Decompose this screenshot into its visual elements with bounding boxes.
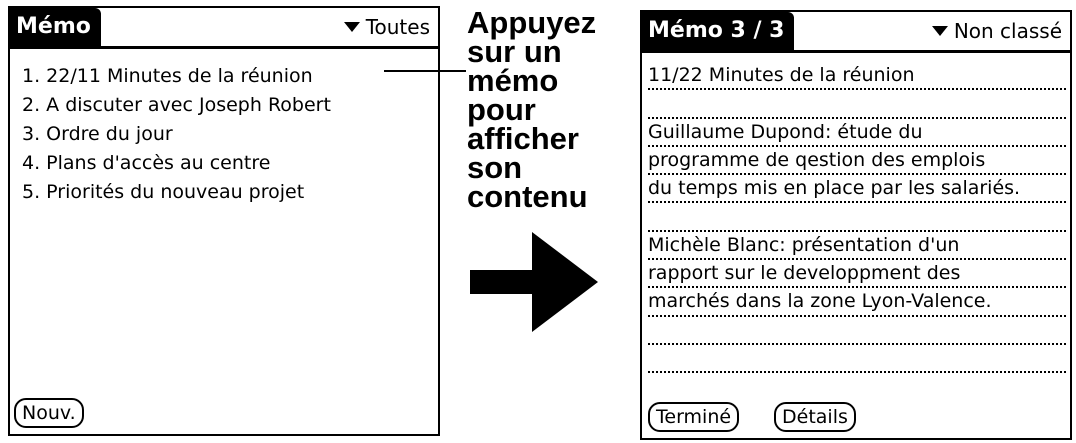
category-picker[interactable]: Toutes [343,14,430,40]
memo-line: programme de qestion des emplois [648,147,1066,176]
callout-connector-line [384,70,466,72]
list-item[interactable]: 2. A discuter avec Joseph Robert [22,91,432,120]
memo-title: Mémo 3 / 3 [642,12,795,50]
list-item[interactable]: 4. Plans d'accès au centre [22,149,432,178]
title-underline [10,46,438,49]
memo-line: rapport sur le developpment des [648,260,1066,289]
memo-line [648,345,1066,374]
triangle-down-icon [931,25,948,36]
category-label: Non classé [953,19,1062,43]
list-item[interactable]: 3. Ordre du jour [22,120,432,149]
right-arrow-icon [470,232,598,332]
memo-line: marchés dans la zone Lyon-Valence. [648,288,1066,317]
memo-text-area[interactable]: 11/22 Minutes de la réunion Guillaume Du… [648,62,1066,374]
memo-line [648,203,1066,232]
memo-line: 11/22 Minutes de la réunion [648,62,1066,91]
memo-line: du temps mis en place par les salariés. [648,175,1066,204]
memo-line: Michèle Blanc: présentation d'un [648,232,1066,261]
new-memo-button[interactable]: Nouv. [14,398,84,428]
instruction-callout: Appuyez sur un mémo pour afficher son co… [467,5,597,214]
category-picker[interactable]: Non classé [931,18,1062,44]
memo-line [648,90,1066,119]
memo-list-screen: Mémo Toutes 1. 22/11 Minutes de la réuni… [8,6,440,436]
app-title: Mémo [10,8,101,46]
memo-line [648,317,1066,345]
memo-line: Guillaume Dupond: étude du [648,119,1066,147]
list-item[interactable]: 1. 22/11 Minutes de la réunion [22,62,432,91]
list-item[interactable]: 5. Priorités du nouveau projet [22,178,432,207]
memo-detail-screen: Mémo 3 / 3 Non classé 11/22 Minutes de l… [640,10,1072,440]
category-label: Toutes [365,15,430,39]
details-button[interactable]: Détails [774,402,856,432]
title-underline [642,50,1070,53]
title-bar: Mémo Toutes [10,8,438,49]
done-button[interactable]: Terminé [648,402,740,432]
title-bar: Mémo 3 / 3 Non classé [642,12,1070,53]
memo-list: 1. 22/11 Minutes de la réunion 2. A disc… [22,62,432,207]
triangle-down-icon [343,21,360,32]
